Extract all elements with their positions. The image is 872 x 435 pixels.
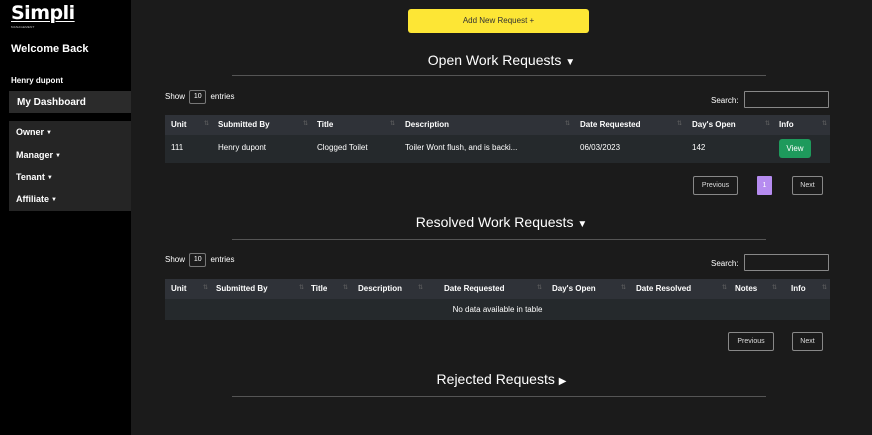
logo-text: Simpli <box>11 2 75 24</box>
divider <box>232 75 766 76</box>
resolved-table-header: Unit ⇅ Submitted By ⇅ Title ⇅ Descriptio… <box>165 279 830 299</box>
col-unit[interactable]: Unit <box>171 120 187 129</box>
sort-icon[interactable]: ⇅ <box>722 284 727 291</box>
col-title[interactable]: Title <box>311 284 327 293</box>
nav-my-dashboard[interactable]: My Dashboard <box>9 91 131 113</box>
nav-tenant-label: Tenant <box>16 172 45 182</box>
cell-days-open: 142 <box>692 143 706 152</box>
chevron-down-icon: ▼ <box>55 153 61 159</box>
open-page-length-select[interactable]: 10 <box>189 90 207 104</box>
sort-icon[interactable]: ⇅ <box>621 284 626 291</box>
user-name: Henry dupont <box>11 76 63 85</box>
open-search-input[interactable] <box>744 91 829 108</box>
view-button[interactable]: View <box>779 139 811 158</box>
sort-icon[interactable]: ⇅ <box>772 284 777 291</box>
resolved-page-length-select[interactable]: 10 <box>189 253 207 267</box>
sort-icon[interactable]: ⇅ <box>203 284 208 291</box>
resolved-requests-title: Resolved Work Requests <box>415 214 574 230</box>
table-row: 111 Henry dupont Clogged Toilet Toiler W… <box>165 135 830 163</box>
nav-owner[interactable]: Owner ▼ <box>16 127 52 137</box>
sort-icon[interactable]: ⇅ <box>822 284 827 291</box>
col-info[interactable]: Info <box>791 284 806 293</box>
chevron-down-icon: ▼ <box>51 197 57 203</box>
open-page-1-button[interactable]: 1 <box>757 176 772 195</box>
sort-icon[interactable]: ⇅ <box>418 284 423 291</box>
col-description[interactable]: Description <box>405 120 449 129</box>
nav-manager-label: Manager <box>16 150 54 160</box>
nav-manager[interactable]: Manager ▼ <box>16 150 61 160</box>
sort-icon[interactable]: ⇅ <box>204 120 209 127</box>
caret-down-icon: ▼ <box>577 219 588 230</box>
open-previous-button[interactable]: Previous <box>693 176 738 195</box>
col-submitted-by[interactable]: Submitted By <box>216 284 268 293</box>
col-days-open[interactable]: Day's Open <box>692 120 736 129</box>
sort-icon[interactable]: ⇅ <box>565 120 570 127</box>
resolved-show-entries: Show 10 entries <box>165 253 235 267</box>
col-date-requested[interactable]: Date Requested <box>580 120 640 129</box>
sort-icon[interactable]: ⇅ <box>390 120 395 127</box>
resolved-requests-header[interactable]: Resolved Work Requests ▼ <box>131 214 872 230</box>
col-days-open[interactable]: Day's Open <box>552 284 596 293</box>
cell-submitted-by: Henry dupont <box>218 143 267 152</box>
cell-title: Clogged Toilet <box>317 143 368 152</box>
cell-date-requested: 06/03/2023 <box>580 143 621 152</box>
resolved-previous-button[interactable]: Previous <box>728 332 774 351</box>
sidebar: Simpli MANAGEMENT Welcome Back Henry dup… <box>0 0 131 435</box>
resolved-search-input[interactable] <box>744 254 829 271</box>
nav-affiliate-label: Affiliate <box>16 194 50 204</box>
col-date-resolved[interactable]: Date Resolved <box>636 284 691 293</box>
logo-subtitle: MANAGEMENT <box>11 25 35 29</box>
divider <box>232 239 766 240</box>
caret-right-icon: ▶ <box>558 376 567 387</box>
caret-down-icon: ▼ <box>565 57 576 68</box>
col-unit[interactable]: Unit <box>171 284 187 293</box>
col-title[interactable]: Title <box>317 120 333 129</box>
resolved-search-label: Search: <box>711 259 739 268</box>
entries-label: entries <box>210 92 235 102</box>
cell-description: Toiler Wont flush, and is backi... <box>405 143 518 152</box>
main-content: Add New Request + Open Work Requests ▼ S… <box>131 0 872 435</box>
open-search-label: Search: <box>711 96 739 105</box>
col-date-requested[interactable]: Date Requested <box>444 284 504 293</box>
col-submitted-by[interactable]: Submitted By <box>218 120 270 129</box>
nav-owner-label: Owner <box>16 127 45 137</box>
open-table-header: Unit ⇅ Submitted By ⇅ Title ⇅ Descriptio… <box>165 115 830 135</box>
col-description[interactable]: Description <box>358 284 402 293</box>
app: Simpli MANAGEMENT Welcome Back Henry dup… <box>0 0 872 435</box>
empty-row: No data available in table <box>165 299 830 320</box>
resolved-next-button[interactable]: Next <box>792 332 823 351</box>
show-label: Show <box>165 255 186 265</box>
show-label: Show <box>165 92 186 102</box>
divider <box>232 396 766 397</box>
chevron-down-icon: ▼ <box>46 130 52 136</box>
no-data-message: No data available in table <box>452 305 543 314</box>
sort-icon[interactable]: ⇅ <box>303 120 308 127</box>
open-requests-title: Open Work Requests <box>427 52 562 68</box>
col-info[interactable]: Info <box>779 120 794 129</box>
open-next-button[interactable]: Next <box>792 176 823 195</box>
nav-affiliate[interactable]: Affiliate ▼ <box>16 194 57 204</box>
cell-unit: 111 <box>171 143 184 152</box>
rejected-requests-header[interactable]: Rejected Requests ▶ <box>131 371 872 387</box>
add-new-request-button[interactable]: Add New Request + <box>408 9 589 33</box>
logo[interactable]: Simpli MANAGEMENT <box>11 4 75 30</box>
sort-icon[interactable]: ⇅ <box>299 284 304 291</box>
role-menu: Owner ▼ Manager ▼ Tenant ▼ Affiliate ▼ <box>9 121 131 211</box>
sort-icon[interactable]: ⇅ <box>677 120 682 127</box>
rejected-requests-title: Rejected Requests <box>436 371 555 387</box>
sort-icon[interactable]: ⇅ <box>822 120 827 127</box>
sort-icon[interactable]: ⇅ <box>537 284 542 291</box>
sort-icon[interactable]: ⇅ <box>765 120 770 127</box>
col-notes[interactable]: Notes <box>735 284 757 293</box>
sort-icon[interactable]: ⇅ <box>343 284 348 291</box>
entries-label: entries <box>210 255 235 265</box>
chevron-down-icon: ▼ <box>46 175 53 181</box>
nav-tenant[interactable]: Tenant ▼ <box>16 172 53 182</box>
welcome-text: Welcome Back <box>11 43 89 55</box>
open-show-entries: Show 10 entries <box>165 90 235 104</box>
open-requests-header[interactable]: Open Work Requests ▼ <box>131 52 872 68</box>
